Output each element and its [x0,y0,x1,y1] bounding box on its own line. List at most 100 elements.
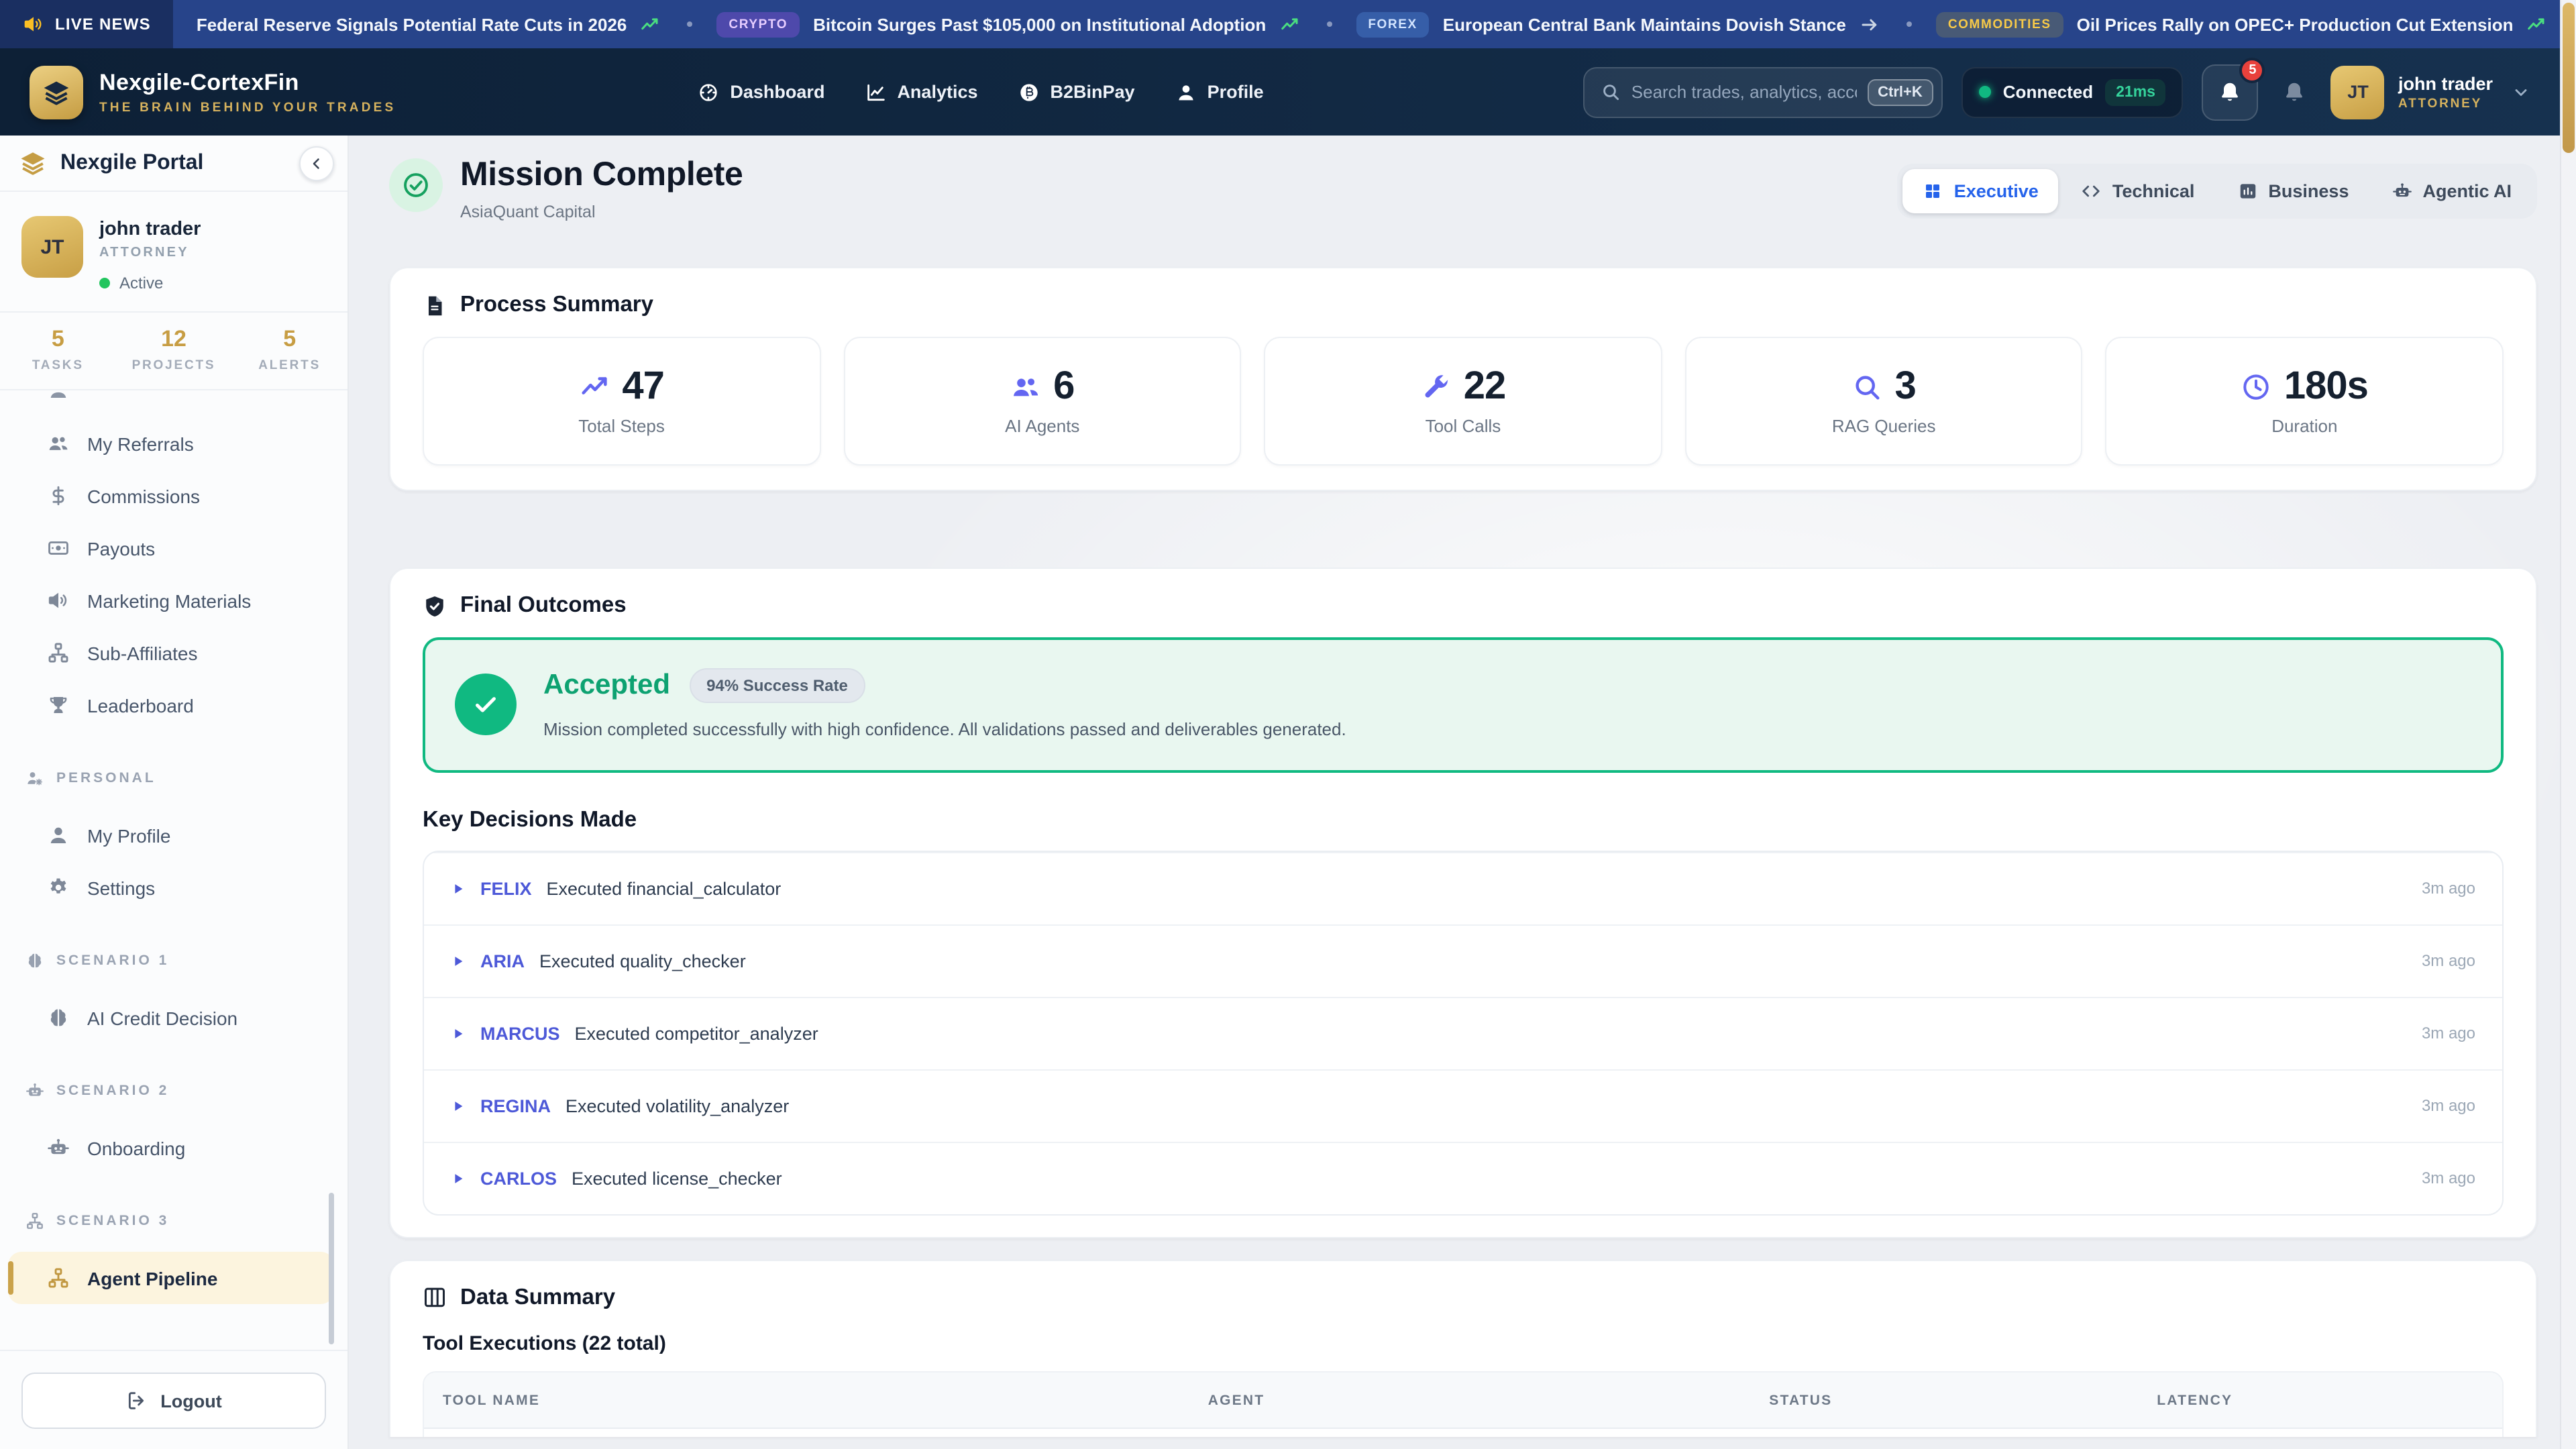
trend-icon [640,14,660,34]
stat-icon [579,371,610,402]
process-summary-card: Process Summary 47 Total Steps [389,267,2537,491]
card-title: Process Summary [460,292,653,318]
sidebar-item[interactable]: Payouts [0,522,347,574]
ticker-item[interactable]: Federal Reserve Signals Potential Rate C… [197,14,693,34]
ticker-item[interactable]: FOREX European Central Bank Maintains Do… [1356,11,1912,37]
nav-link[interactable]: B2BinPay [1018,81,1135,103]
megaphone-icon [23,13,44,35]
sidebar-item[interactable]: Agent Pipeline [8,1252,334,1304]
ticker-separator-dot [1326,21,1332,27]
sidebar-collapse-button[interactable] [299,146,334,181]
trend-icon [2527,14,2547,34]
decision-row[interactable]: CARLOS Executed license_checker 3m ago [424,1142,2502,1214]
page-scrollbar-thumb[interactable] [2563,3,2575,153]
logout-button[interactable]: Logout [21,1373,326,1429]
card-header: Process Summary [423,292,2504,318]
sidebar-section-header: SCENARIO 2 [0,1071,347,1111]
nav-link-icon [1018,81,1040,103]
sidebar-item-label: My Referrals [87,433,194,454]
user-status: Active [99,274,201,292]
sidebar-item[interactable]: My Profile [0,809,347,861]
layers-icon [19,149,47,177]
brand-text: Nexgile-CortexFin THE BRAIN BEHIND YOUR … [99,69,396,115]
alerts-button[interactable] [2277,80,2312,104]
user-menu[interactable]: JT john trader ATTORNEY [2331,65,2530,119]
sidebar-item[interactable]: Settings [0,861,347,914]
card-header: Data Summary [423,1285,2504,1311]
sidebar-item-label: Leaderboard [87,694,194,716]
tab-icon [2392,181,2412,201]
sidebar-item[interactable]: Commissions [0,470,347,522]
play-icon[interactable] [451,954,466,969]
sidebar-item[interactable]: Marketing Materials [0,574,347,627]
accepted-banner: Accepted 94% Success Rate Mission comple… [423,637,2504,773]
avatar: JT [21,216,83,278]
summary-stat-card: 6 AI Agents [843,337,1241,466]
decision-action: Executed license_checker [572,1169,782,1189]
sidebar-item-icon [47,641,70,664]
notification-count-badge: 5 [2240,57,2265,83]
decision-action: Executed financial_calculator [547,879,782,899]
play-icon[interactable] [451,1026,466,1041]
sidebar-item[interactable]: Leaderboard [0,679,347,731]
tab-label: Agentic AI [2422,181,2512,201]
tab-icon [2082,181,2102,201]
sidebar-item[interactable]: My Referrals [0,417,347,470]
bell-icon [2283,80,2307,104]
stat-label: AI Agents [1005,415,1079,435]
view-tab[interactable]: Executive [1903,169,2059,213]
banner-status-row: Accepted 94% Success Rate [543,668,1346,703]
sidebar-item-partial[interactable] [0,390,347,417]
play-icon[interactable] [451,881,466,896]
view-tab[interactable]: Agentic AI [2371,169,2532,213]
app-root: LIVE NEWS Federal Reserve Signals Potent… [0,0,2576,1449]
sidebar-item[interactable]: AI Credit Decision [0,991,347,1044]
tab-label: Executive [1954,181,2039,201]
sidebar-item-label: My Profile [87,824,170,846]
page-title-group: Mission Complete AsiaQuant Capital [389,156,743,221]
search-input[interactable] [1631,82,1856,102]
sidebar-item-label: Marketing Materials [87,590,251,611]
sidebar-item-label: Settings [87,877,155,898]
play-icon[interactable] [451,1171,466,1186]
view-tab[interactable]: Business [2217,169,2369,213]
ticker-separator-dot [687,21,692,27]
decision-row[interactable]: REGINA Executed volatility_analyzer 3m a… [424,1069,2502,1142]
user-name: john trader [99,219,201,240]
table-row[interactable] [424,1428,2502,1437]
success-check-icon [455,674,517,735]
sidebar-item-icon [47,432,70,455]
nav-link[interactable]: Profile [1175,81,1264,103]
ticker-item[interactable]: CRYPTO Bitcoin Surges Past $105,000 on I… [716,11,1332,37]
final-outcomes-card: Final Outcomes Accepted 94% Success Rate… [389,568,2537,1238]
sidebar-user-card: JT john trader ATTORNEY Active [0,192,347,292]
trend-icon [1279,14,1299,34]
decision-row[interactable]: ARIA Executed quality_checker 3m ago [424,924,2502,997]
sidebar-item[interactable]: Onboarding [0,1122,347,1174]
stat-label: RAG Queries [1832,415,1936,435]
sidebar-item[interactable]: Sub-Affiliates [0,627,347,679]
file-icon [423,293,447,317]
nav-link-icon [698,81,719,103]
page-scrollbar-track[interactable] [2560,0,2576,1449]
nav-link[interactable]: Dashboard [698,81,824,103]
play-icon[interactable] [451,1099,466,1114]
view-tab[interactable]: Technical [2061,169,2215,213]
ticker-item[interactable]: COMMODITIES Oil Prices Rally on OPEC+ Pr… [1936,11,2560,37]
decision-row[interactable]: FELIX Executed financial_calculator 3m a… [424,852,2502,924]
nav-link[interactable]: Analytics [865,81,977,103]
connection-label: Connected [2003,82,2093,102]
section-icon [25,769,44,788]
brand-logo[interactable] [30,65,83,119]
section-icon [25,1081,44,1100]
decisions-list: FELIX Executed financial_calculator 3m a… [423,851,2504,1216]
chevron-left-icon [309,156,325,172]
sidebar-scrollbar[interactable] [329,1193,334,1344]
notifications-button[interactable]: 5 [2202,64,2259,120]
stat-label: TASKS [0,358,116,373]
ticker-items: Federal Reserve Signals Potential Rate C… [174,0,2560,48]
decision-row[interactable]: MARCUS Executed competitor_analyzer 3m a… [424,997,2502,1069]
sidebar-nav: My Referrals Commissions [0,390,347,1350]
summary-stat-card: 180s Duration [2106,337,2504,466]
top-bar: Nexgile-CortexFin THE BRAIN BEHIND YOUR … [0,48,2560,136]
